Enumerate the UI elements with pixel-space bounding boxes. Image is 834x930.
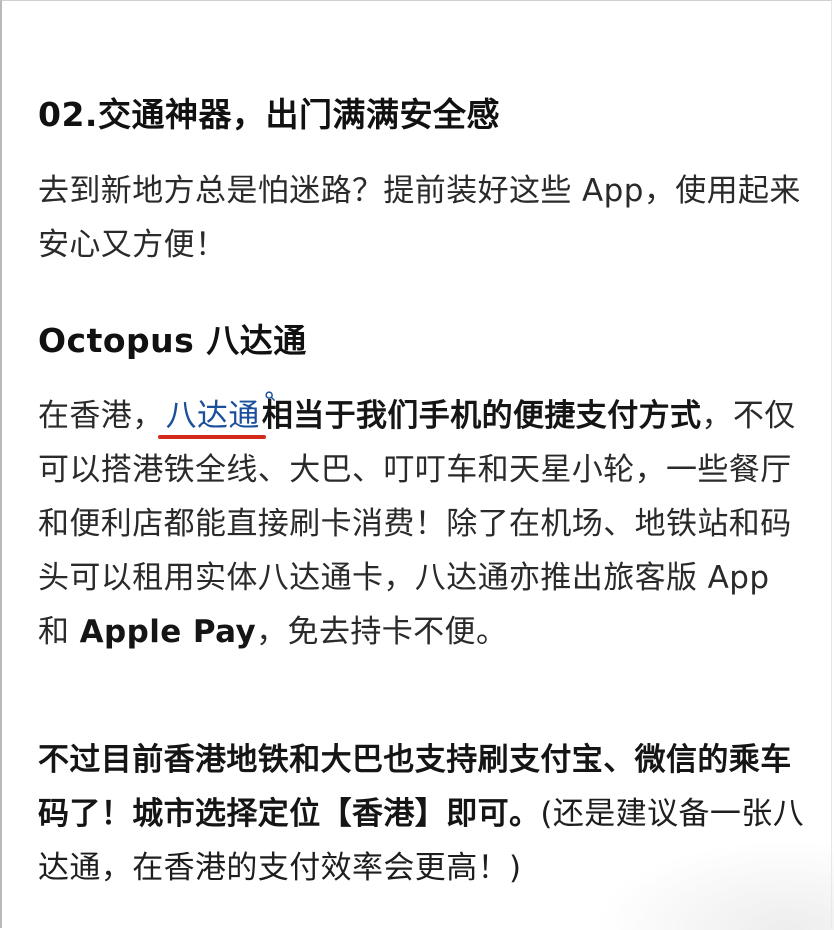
link-underline [157,435,266,439]
app-para-prefix: 在香港， [38,398,164,434]
app-description: 在香港，八达通 相当于我们手机的便捷支付方式，不仅可以搭港铁全线、大巴、叮叮车和天… [38,389,808,659]
app-heading: Octopus 八达通 [38,321,307,360]
app-para-bold: 相当于我们手机的便捷支付方式 [261,398,702,434]
octopus-link-text[interactable]: 八达通 [166,398,260,434]
octopus-link[interactable]: 八达通 [157,389,275,443]
apple-pay-text: Apple Pay [79,614,257,650]
section-intro: 去到新地方总是怕迷路？提前装好这些 App，使用起来安心又方便！ [38,173,801,263]
section-heading: 02.交通神器，出门满满安全感 [38,95,500,134]
transit-note: 不过目前香港地铁和大巴也支持刷支付宝、微信的乘车码了！城市选择定位【香港】即可。… [38,733,808,895]
search-icon [265,391,275,402]
app-para-mid: ，不仅可以搭港铁全线、大巴、叮叮车和天星小轮，一些餐厅和便利店都能直接刷卡消费！… [38,398,796,650]
app-para-end: ，免去持卡不便。 [256,614,508,650]
